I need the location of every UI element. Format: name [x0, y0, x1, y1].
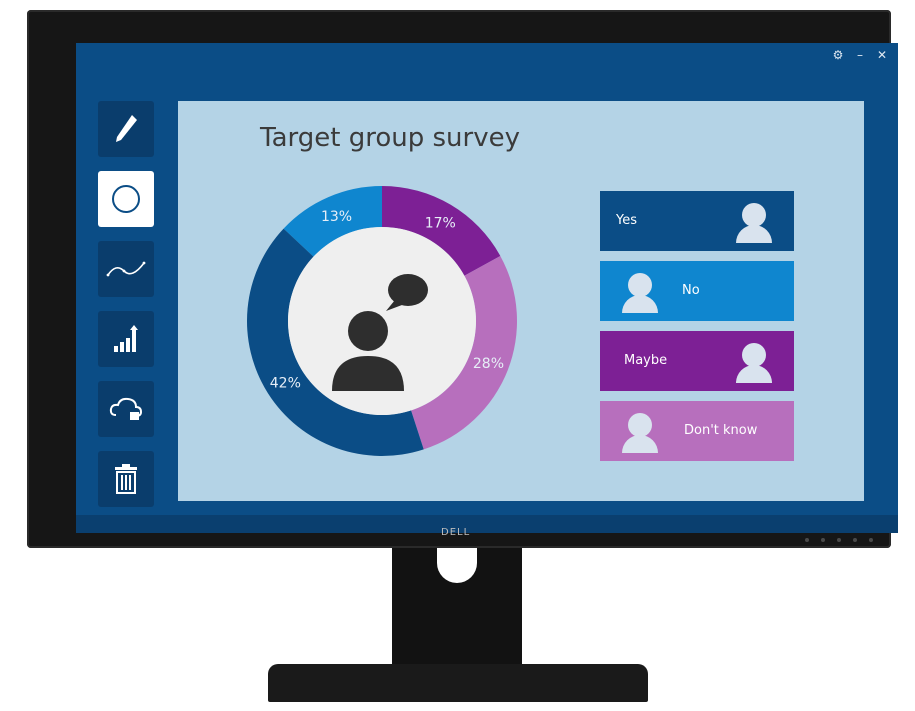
monitor-button[interactable]	[821, 538, 825, 542]
cloud-tool-button[interactable]	[98, 381, 154, 437]
legend-label-yes: Yes	[616, 213, 637, 228]
person-icon	[622, 435, 658, 453]
stand-neck	[392, 548, 522, 668]
monitor-button[interactable]	[837, 538, 841, 542]
person-icon	[742, 343, 766, 367]
legend: Yes No Maybe Don't know	[600, 191, 800, 471]
toolbar	[98, 101, 158, 521]
donut-value-label: 17%	[425, 215, 456, 231]
legend-label-maybe: Maybe	[624, 353, 668, 368]
cable-hole	[437, 548, 477, 583]
screen: ⚙ – ✕ Target group survey 13% 17% 28% 42…	[76, 43, 898, 533]
bar-growth-icon	[114, 325, 138, 352]
person-icon	[736, 365, 772, 383]
power-button[interactable]	[869, 538, 873, 542]
pen-icon	[116, 115, 137, 142]
monitor-bezel: ⚙ – ✕ Target group survey 13% 17% 28% 42…	[27, 10, 898, 548]
circle-tool-button[interactable]	[98, 171, 154, 227]
donut-svg: 13% 17% 28% 42%	[246, 186, 517, 457]
legend-label-dont-know: Don't know	[684, 423, 758, 438]
circle-icon	[112, 185, 140, 213]
line-tool-button[interactable]	[98, 241, 154, 297]
brand-logo: DELL	[441, 527, 471, 538]
person-icon	[628, 273, 652, 297]
person-icon	[742, 203, 766, 227]
delete-tool-button[interactable]	[98, 451, 154, 507]
person-icon	[736, 225, 772, 243]
donut-value-label: 28%	[473, 356, 504, 372]
legend-item-yes[interactable]: Yes	[600, 191, 794, 251]
donut-value-label: 13%	[321, 209, 352, 225]
monitor-buttons	[805, 538, 873, 542]
legend-item-maybe[interactable]: Maybe	[600, 331, 794, 391]
gear-icon[interactable]: ⚙	[832, 49, 844, 61]
legend-item-no[interactable]: No	[600, 261, 794, 321]
person-icon	[628, 413, 652, 437]
cloud-lock-icon	[109, 397, 143, 420]
stand-base	[268, 664, 648, 702]
close-button[interactable]: ✕	[876, 49, 888, 61]
donut-value-label: 42%	[270, 375, 301, 391]
bar-tool-button[interactable]	[98, 311, 154, 367]
pen-tool-button[interactable]	[98, 101, 154, 157]
monitor-button[interactable]	[853, 538, 857, 542]
minimize-button[interactable]: –	[854, 49, 866, 61]
monitor-button[interactable]	[805, 538, 809, 542]
person-icon	[622, 295, 658, 313]
survey-canvas: Target group survey 13% 17% 28% 42% Yes …	[178, 101, 864, 501]
legend-label-no: No	[682, 283, 700, 298]
trend-line-icon	[106, 261, 146, 277]
trash-icon	[115, 464, 137, 494]
page-title: Target group survey	[260, 123, 520, 153]
window-controls: ⚙ – ✕	[832, 49, 888, 61]
survey-donut-chart: 13% 17% 28% 42%	[232, 171, 532, 471]
screen-bottom-strip	[76, 515, 898, 533]
legend-item-dont-know[interactable]: Don't know	[600, 401, 794, 461]
